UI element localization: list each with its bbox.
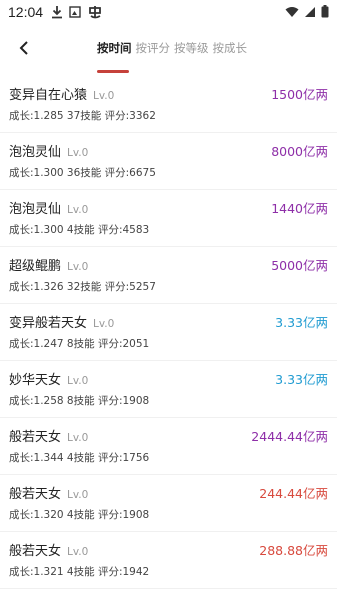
item-level: Lv.0 [67, 432, 89, 444]
item-level: Lv.0 [67, 261, 89, 273]
item-price: 2444.44亿两 [251, 429, 328, 444]
status-right [285, 5, 329, 18]
item-name: 般若天女 [9, 430, 62, 445]
back-button[interactable] [12, 36, 36, 60]
item-price: 1440亿两 [271, 201, 328, 216]
status-time: 12:04 [8, 4, 44, 20]
item-meta: 成长:1.247 8技能 评分:2051 [9, 338, 150, 350]
notification-icons [51, 4, 103, 20]
tab-by-time[interactable]: 按时间 [97, 40, 132, 56]
list-item[interactable]: 般若天女 Lv.0 288.88亿两 成长:1.321 4技能 评分:1942 [0, 532, 337, 589]
active-tab-indicator [97, 70, 129, 73]
app-icon [89, 6, 101, 19]
item-price: 3.33亿两 [275, 372, 328, 387]
download-icon [52, 6, 63, 19]
list-item[interactable]: 变异般若天女 Lv.0 3.33亿两 成长:1.247 8技能 评分:2051 [0, 304, 337, 361]
battery-icon [321, 5, 329, 18]
wifi-icon [285, 6, 299, 17]
item-name: 般若天女 [9, 487, 62, 502]
item-name: 泡泡灵仙 [9, 202, 62, 217]
item-level: Lv.0 [67, 375, 89, 387]
item-meta: 成长:1.321 4技能 评分:1942 [9, 566, 150, 578]
tab-by-level[interactable]: 按等级 [174, 40, 209, 56]
item-level: Lv.0 [67, 147, 89, 159]
item-price: 244.44亿两 [259, 486, 328, 501]
list-item[interactable]: 超级鲲鹏 Lv.0 5000亿两 成长:1.326 32技能 评分:5257 [0, 247, 337, 304]
item-name: 般若天女 [9, 544, 62, 559]
item-meta: 成长:1.326 32技能 评分:5257 [9, 281, 156, 293]
item-level: Lv.0 [93, 318, 115, 330]
signal-icon [305, 6, 315, 17]
item-meta: 成长:1.320 4技能 评分:1908 [9, 509, 150, 521]
item-price: 1500亿两 [271, 87, 328, 102]
item-name: 妙华天女 [9, 373, 62, 388]
list-item[interactable]: 般若天女 Lv.0 2444.44亿两 成长:1.344 4技能 评分:1756 [0, 418, 337, 475]
chevron-left-icon [19, 41, 28, 55]
tab-by-growth[interactable]: 按成长 [213, 40, 248, 56]
item-meta: 成长:1.344 4技能 评分:1756 [9, 452, 150, 464]
status-bar: 12:04 [0, 0, 337, 24]
item-name: 变异自在心猿 [9, 88, 88, 103]
list-item[interactable]: 般若天女 Lv.0 244.44亿两 成长:1.320 4技能 评分:1908 [0, 475, 337, 532]
item-level: Lv.0 [67, 489, 89, 501]
list-item[interactable]: 变异自在心猿 Lv.0 1500亿两 成长:1.285 37技能 评分:3362 [0, 76, 337, 133]
list-item[interactable]: 泡泡灵仙 Lv.0 1440亿两 成长:1.300 4技能 评分:4583 [0, 190, 337, 247]
pet-list: 变异自在心猿 Lv.0 1500亿两 成长:1.285 37技能 评分:3362 … [0, 76, 337, 589]
list-item[interactable]: 妙华天女 Lv.0 3.33亿两 成长:1.258 8技能 评分:1908 [0, 361, 337, 418]
item-name: 泡泡灵仙 [9, 145, 62, 160]
header: 按时间 按评分 按等级 按成长 [0, 30, 337, 73]
item-level: Lv.0 [67, 546, 89, 558]
item-level: Lv.0 [67, 204, 89, 216]
item-meta: 成长:1.285 37技能 评分:3362 [9, 110, 156, 122]
list-item[interactable]: 泡泡灵仙 Lv.0 8000亿两 成长:1.300 36技能 评分:6675 [0, 133, 337, 190]
item-price: 5000亿两 [271, 258, 328, 273]
item-meta: 成长:1.258 8技能 评分:1908 [9, 395, 150, 407]
item-price: 8000亿两 [271, 144, 328, 159]
item-name: 变异般若天女 [9, 316, 88, 331]
item-meta: 成长:1.300 4技能 评分:4583 [9, 224, 150, 236]
item-price: 3.33亿两 [275, 315, 328, 330]
item-price: 288.88亿两 [259, 543, 328, 558]
item-name: 超级鲲鹏 [9, 259, 62, 274]
item-level: Lv.0 [93, 90, 115, 102]
item-meta: 成长:1.300 36技能 评分:6675 [9, 167, 156, 179]
picture-icon [69, 6, 81, 18]
sort-tabs: 按时间 按评分 按等级 按成长 [97, 40, 247, 56]
tab-by-score[interactable]: 按评分 [136, 40, 171, 56]
